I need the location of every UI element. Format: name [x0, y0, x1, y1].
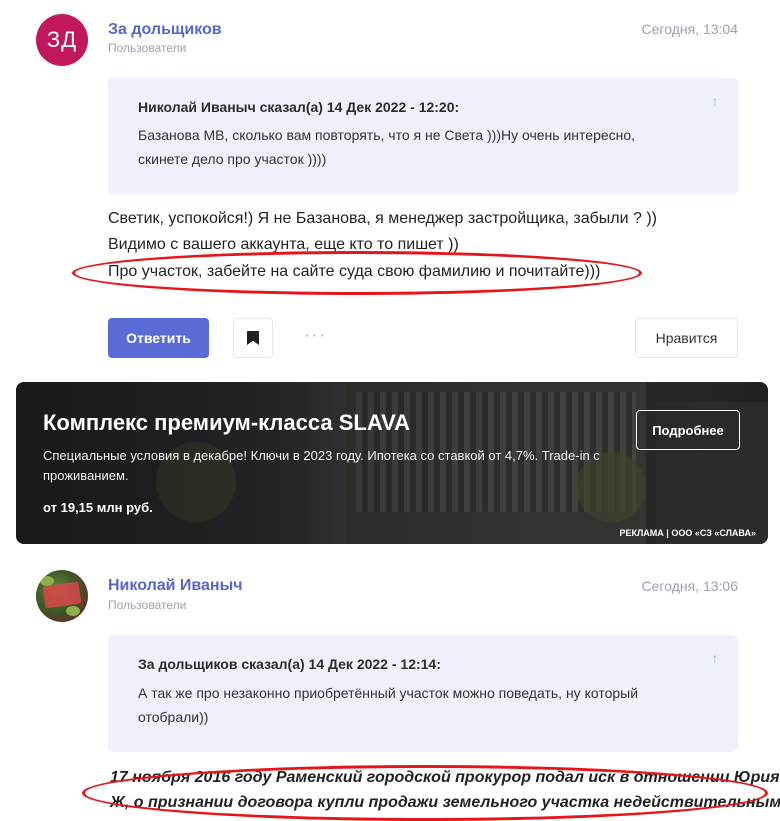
ad-price: от 19,15 млн руб. [43, 500, 153, 515]
red-highlight-oval [72, 251, 642, 295]
quote-text: Базанова МВ, сколько вам повторять, что … [138, 127, 636, 167]
avatar-image-detail [42, 581, 82, 609]
post-time: Сегодня, 13:04 [641, 21, 738, 37]
red-highlight-oval [82, 765, 768, 821]
quote-block: Николай Иваныч сказал(а) 14 Дек 2022 - 1… [108, 78, 738, 194]
more-options-icon[interactable]: ··· [300, 325, 330, 348]
quote-block: За дольщиков сказал(а) 14 Дек 2022 - 12:… [108, 635, 738, 752]
bookmark-icon [247, 331, 259, 345]
forum-post: Николай Иваныч Пользователи Сегодня, 13:… [0, 560, 780, 821]
ad-details-button[interactable]: Подробнее [636, 410, 740, 450]
forum-post: ЗД За дольщиков Пользователи Сегодня, 13… [0, 0, 780, 370]
post-author[interactable]: Николай Иваныч [108, 577, 243, 595]
arrow-up-icon[interactable]: ↑ [708, 651, 722, 665]
ad-banner[interactable]: Комплекс премиум-класса SLAVA Специальны… [16, 382, 768, 544]
avatar[interactable]: ЗД [36, 14, 88, 66]
post-author-role: Пользователи [108, 41, 187, 55]
bookmark-button[interactable] [233, 318, 273, 358]
ad-label: РЕКЛАМА | ООО «СЗ «СЛАВА» [619, 528, 756, 538]
arrow-up-icon[interactable]: ↑ [708, 94, 722, 108]
like-button[interactable]: Нравится [635, 318, 738, 358]
quote-text: А так же про незаконно приобретённый уча… [138, 685, 639, 725]
avatar[interactable] [36, 570, 88, 622]
ad-description: Специальные условия в декабре! Ключи в 2… [43, 448, 600, 483]
avatar-image-detail [66, 606, 80, 616]
ad-title[interactable]: Комплекс премиум-класса SLAVA [43, 410, 410, 436]
reply-button[interactable]: Ответить [108, 318, 209, 358]
quote-header: За дольщиков сказал(а) 14 Дек 2022 - 12:… [138, 656, 441, 672]
post-author[interactable]: За дольщиков [108, 21, 222, 39]
post-time: Сегодня, 13:06 [641, 578, 738, 594]
post-author-role: Пользователи [108, 598, 187, 612]
quote-header: Николай Иваныч сказал(а) 14 Дек 2022 - 1… [138, 99, 460, 115]
post-body-line: Светик, успокойся!) Я не Базанова, я мен… [108, 210, 657, 227]
